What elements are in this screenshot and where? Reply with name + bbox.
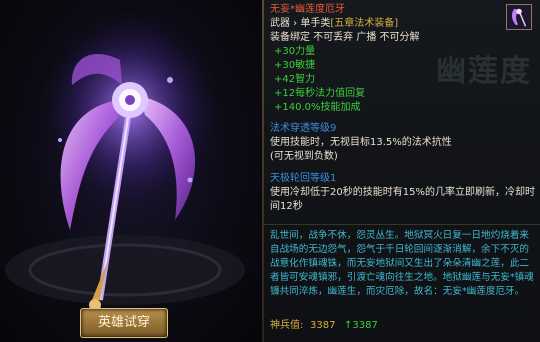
hero-try-on-button[interactable]: 英雄试穿	[80, 308, 168, 338]
stat-skill-bonus: +140.0%技能加成	[274, 102, 361, 113]
skill2-desc-line2: 间12秒	[270, 201, 303, 212]
stat-strength: +30力量	[274, 46, 316, 57]
scythe-weapon-art	[5, 10, 245, 311]
tooltip-watermark: 幽莲度	[436, 54, 532, 89]
skill1-desc-line1: 使用技能时，无视目标13.5%的法术抗性	[270, 137, 452, 148]
skill2-desc-line1: 使用冷却低于20秒的技能时有15%的几率立即刷新，冷却时	[270, 187, 535, 198]
divine-value-increase: ↑3387	[344, 320, 378, 331]
item-type: 武器 › 单手类[五章法术装备]	[270, 17, 398, 31]
item-lore: 乱世间，战争不休，怨灵丛生。地狱冥火日复一日地灼烧着来自战场的无边怨气，怨气于千…	[270, 230, 534, 297]
weapon-preview-panel: 英雄试穿	[0, 0, 262, 342]
divine-value-label: 神兵值:	[270, 320, 304, 331]
tooltip-separator	[264, 224, 540, 225]
stat-mana-regen: +12每秒法力值回复	[274, 88, 366, 99]
stat-intelligence: +42智力	[274, 74, 316, 85]
skill2-title: 天极轮回等级1	[270, 173, 337, 184]
skill1-desc-line2: (可无视到负数)	[270, 151, 338, 162]
item-type-prefix: 武器 › 单手类	[270, 18, 331, 29]
skill1-title: 法术穿透等级9	[270, 123, 337, 134]
scythe-item-icon[interactable]	[506, 4, 532, 30]
item-set-name: [五章法术装备]	[330, 18, 399, 29]
item-name: 无妄*幽莲度厄牙	[270, 4, 345, 15]
stat-agility: +30敏捷	[274, 60, 316, 71]
item-tooltip: 幽莲度 无妄*幽莲度厄牙 武器 › 单手类[五章法术装备] 装备绑定 不可丢弃 …	[264, 0, 540, 342]
bind-info: 装备绑定 不可丢弃 广播 不可分解	[270, 32, 420, 43]
divine-value: 3387	[310, 320, 336, 331]
